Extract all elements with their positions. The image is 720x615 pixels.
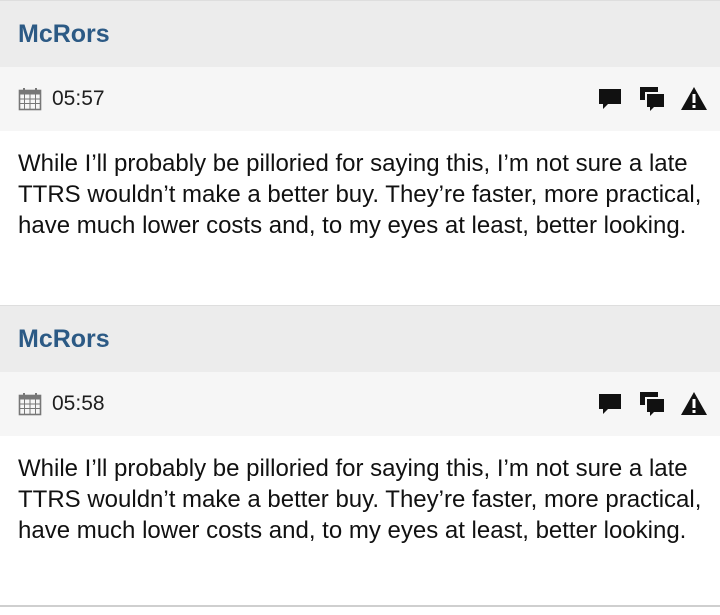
warning-icon[interactable] xyxy=(680,390,708,418)
username-link[interactable]: McRors xyxy=(18,20,110,49)
post-body: While I’ll probably be pilloried for say… xyxy=(0,131,720,305)
calendar-icon xyxy=(18,392,42,416)
comment-icon[interactable] xyxy=(596,390,624,418)
multi-quote-icon[interactable] xyxy=(638,85,666,113)
comment-icon[interactable] xyxy=(596,85,624,113)
multi-quote-icon[interactable] xyxy=(638,390,666,418)
post: McRors 05:58 While I’ll probably be pill… xyxy=(0,305,720,610)
calendar-icon xyxy=(18,87,42,111)
post-meta: 05:57 xyxy=(0,67,720,131)
post-time[interactable]: 05:58 xyxy=(52,392,105,416)
post-time[interactable]: 05:57 xyxy=(52,87,105,111)
post-meta: 05:58 xyxy=(0,372,720,436)
divider xyxy=(0,605,720,607)
post: McRors 05:57 While I’ll probably be pill… xyxy=(0,0,720,305)
post-header: McRors xyxy=(0,0,720,67)
warning-icon[interactable] xyxy=(680,85,708,113)
post-header: McRors xyxy=(0,305,720,372)
post-body: While I’ll probably be pilloried for say… xyxy=(0,436,720,610)
username-link[interactable]: McRors xyxy=(18,325,110,354)
